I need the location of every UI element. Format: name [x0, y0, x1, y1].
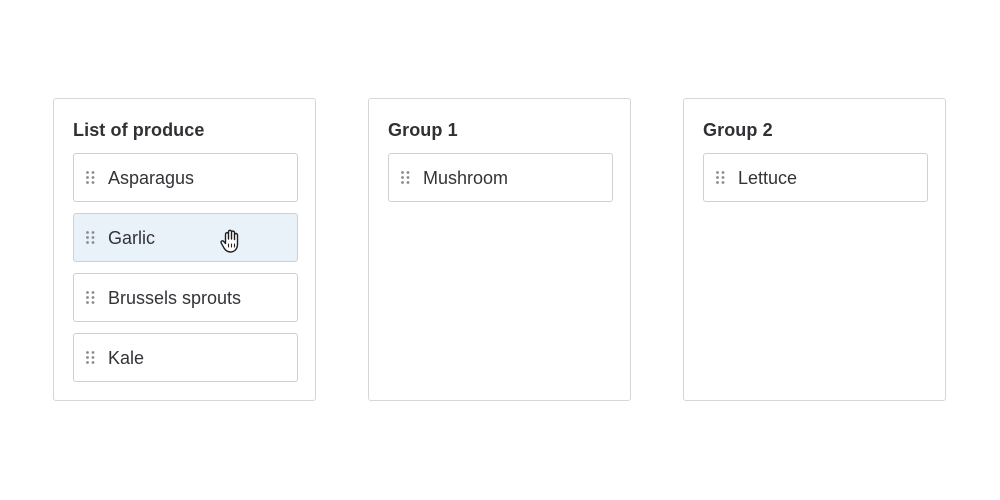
- drag-and-drop-board: List of produce Asparagus Garlic Brussel…: [0, 0, 1000, 500]
- drag-handle-icon[interactable]: [86, 291, 95, 304]
- column-title: List of produce: [73, 120, 205, 140]
- column-title: Group 2: [703, 120, 773, 140]
- column-group-1: Group 1 Mushroom: [368, 98, 631, 401]
- item-label: Kale: [108, 348, 145, 368]
- drag-handle-icon[interactable]: [401, 171, 410, 184]
- drag-handle-icon[interactable]: [716, 171, 725, 184]
- item-label: Garlic: [108, 228, 156, 248]
- column-list-of-produce: List of produce Asparagus Garlic Brussel…: [53, 98, 316, 401]
- drag-handle-icon[interactable]: [86, 171, 95, 184]
- draggable-item-kale[interactable]: Kale: [73, 333, 298, 382]
- column-title: Group 1: [388, 120, 458, 140]
- column-group-2: Group 2 Lettuce: [683, 98, 946, 401]
- draggable-item-garlic[interactable]: Garlic: [73, 213, 298, 262]
- draggable-item-asparagus[interactable]: Asparagus: [73, 153, 298, 202]
- drag-handle-icon[interactable]: [86, 231, 95, 244]
- item-label: Mushroom: [423, 168, 509, 188]
- item-label: Asparagus: [108, 168, 195, 188]
- drag-handle-icon[interactable]: [86, 351, 95, 364]
- draggable-item-lettuce[interactable]: Lettuce: [703, 153, 928, 202]
- draggable-item-mushroom[interactable]: Mushroom: [388, 153, 613, 202]
- draggable-item-brussels-sprouts[interactable]: Brussels sprouts: [73, 273, 298, 322]
- item-label: Lettuce: [738, 168, 798, 188]
- item-label: Brussels sprouts: [108, 288, 242, 308]
